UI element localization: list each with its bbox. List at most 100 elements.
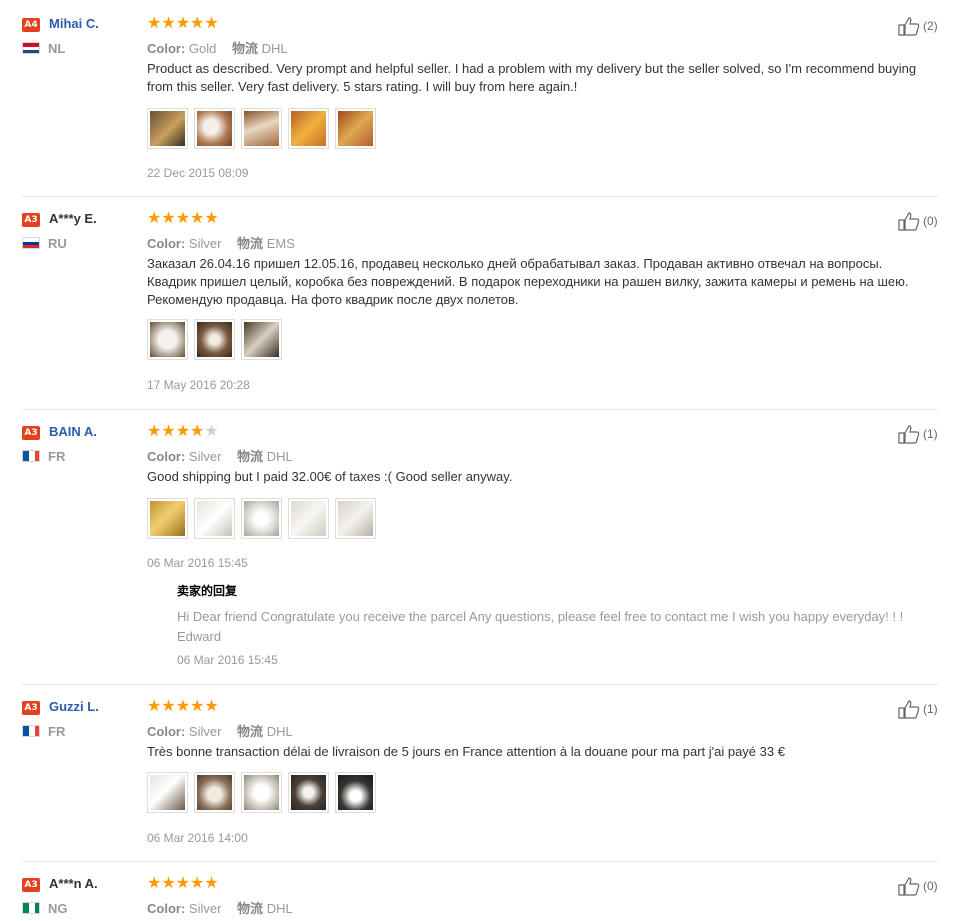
country-code: FR xyxy=(48,449,66,464)
thumbs-up-icon xyxy=(898,877,920,896)
thumbs-up-icon xyxy=(898,17,920,36)
review-meta: Color: Silver 物流 DHL xyxy=(147,898,293,917)
shipping-value: DHL xyxy=(266,449,293,464)
review-date: 22 Dec 2015 08:09 xyxy=(147,166,249,180)
country-code: NG xyxy=(48,901,68,916)
reviewer-name[interactable]: A***n A. xyxy=(49,876,98,891)
photo-thumbnail[interactable] xyxy=(241,319,282,360)
photo-thumbnail[interactable] xyxy=(241,772,282,813)
star-icon: ★ xyxy=(147,696,162,715)
star-icon: ★ xyxy=(147,421,162,440)
photo-thumbnail[interactable] xyxy=(194,772,235,813)
helpful-button[interactable]: (1) xyxy=(898,699,938,719)
level-badge: A3 xyxy=(22,213,40,227)
star-icon: ★ xyxy=(190,13,205,32)
reviewer-name[interactable]: Mihai C. xyxy=(49,16,99,31)
star-icon: ★ xyxy=(161,421,176,440)
shipping-label: 物流 xyxy=(237,237,264,252)
star-icon: ★ xyxy=(175,873,191,892)
helpful-count: (0) xyxy=(923,879,938,893)
reviewer-name[interactable]: Guzzi L. xyxy=(49,699,99,714)
flag-ng-icon xyxy=(22,902,40,914)
shipping-label: 物流 xyxy=(237,902,264,917)
review-meta: Color: Silver 物流 EMS xyxy=(147,233,295,252)
star-icon: ★ xyxy=(175,421,191,440)
photo-thumbnail[interactable] xyxy=(194,108,235,149)
review-text: Good shipping but I paid 32.00€ of taxes… xyxy=(147,469,513,484)
photo-thumbnail[interactable] xyxy=(288,498,329,539)
reply-date: 06 Mar 2016 15:45 xyxy=(177,653,278,667)
color-label: Color: xyxy=(147,41,186,56)
photo-thumbnail[interactable] xyxy=(147,108,188,149)
photo-thumbnail[interactable] xyxy=(335,108,376,149)
helpful-count: (1) xyxy=(923,702,938,716)
reviewer-name[interactable]: A***y E. xyxy=(49,211,97,226)
review-text: Très bonne transaction délai de livraiso… xyxy=(147,744,785,759)
star-rating: ★★★★★ xyxy=(147,14,219,32)
review-text: Product as described. Very prompt and he… xyxy=(147,61,917,94)
level-badge: A4 xyxy=(22,18,40,32)
thumbs-up-icon xyxy=(898,212,920,231)
photo-thumbnails xyxy=(147,108,376,149)
star-rating: ★★★★★ xyxy=(147,209,219,227)
star-icon: ★ xyxy=(147,13,162,32)
reply-text: Hi Dear friend Congratulate you receive … xyxy=(177,609,904,644)
review-date: 06 Mar 2016 14:00 xyxy=(147,831,248,845)
star-icon: ★ xyxy=(204,696,219,715)
photo-thumbnail[interactable] xyxy=(241,108,282,149)
review-meta: Color: Silver 物流 DHL xyxy=(147,446,293,465)
star-empty-icon: ★ xyxy=(204,421,219,440)
photo-thumbnail[interactable] xyxy=(147,772,188,813)
reviewer-name[interactable]: BAIN A. xyxy=(49,424,97,439)
helpful-button[interactable]: (2) xyxy=(898,16,938,36)
level-badge: A3 xyxy=(22,878,40,892)
photo-thumbnail[interactable] xyxy=(288,772,329,813)
star-icon: ★ xyxy=(147,208,162,227)
color-label: Color: xyxy=(147,724,186,739)
photo-thumbnail[interactable] xyxy=(288,108,329,149)
color-value: Silver xyxy=(188,901,222,916)
flag-fr-icon xyxy=(22,450,40,462)
helpful-button[interactable]: (1) xyxy=(898,424,938,444)
thumbs-up-icon xyxy=(898,700,920,719)
divider xyxy=(22,861,938,862)
star-icon: ★ xyxy=(190,696,205,715)
color-label: Color: xyxy=(147,236,186,251)
photo-thumbnail[interactable] xyxy=(194,498,235,539)
level-badge: A3 xyxy=(22,701,40,715)
shipping-value: DHL xyxy=(266,901,293,916)
flag-nl-icon xyxy=(22,42,40,54)
photo-thumbnail[interactable] xyxy=(147,498,188,539)
country-code: FR xyxy=(48,724,66,739)
color-value: Silver xyxy=(188,236,222,251)
helpful-count: (0) xyxy=(923,214,938,228)
photo-thumbnail[interactable] xyxy=(147,319,188,360)
star-icon: ★ xyxy=(175,696,191,715)
shipping-label: 物流 xyxy=(237,725,264,740)
shipping-value: DHL xyxy=(261,41,288,56)
shipping-value: DHL xyxy=(266,724,293,739)
flag-fr-icon xyxy=(22,725,40,737)
photo-thumbnails xyxy=(147,498,376,539)
color-value: Gold xyxy=(188,41,217,56)
shipping-value: EMS xyxy=(266,236,295,251)
photo-thumbnail[interactable] xyxy=(241,498,282,539)
divider xyxy=(22,196,938,197)
star-icon: ★ xyxy=(161,13,176,32)
seller-reply: 卖家的回复 Hi Dear friend Congratulate you re… xyxy=(177,582,937,667)
color-value: Silver xyxy=(188,724,222,739)
shipping-label: 物流 xyxy=(232,42,259,57)
helpful-count: (1) xyxy=(923,427,938,441)
star-icon: ★ xyxy=(190,873,205,892)
helpful-button[interactable]: (0) xyxy=(898,876,938,896)
star-icon: ★ xyxy=(204,13,219,32)
star-icon: ★ xyxy=(175,13,191,32)
helpful-count: (2) xyxy=(923,19,938,33)
level-badge: A3 xyxy=(22,426,40,440)
photo-thumbnail[interactable] xyxy=(194,319,235,360)
review-meta: Color: Silver 物流 DHL xyxy=(147,721,293,740)
helpful-button[interactable]: (0) xyxy=(898,211,938,231)
photo-thumbnail[interactable] xyxy=(335,772,376,813)
photo-thumbnails xyxy=(147,772,376,813)
photo-thumbnail[interactable] xyxy=(335,498,376,539)
